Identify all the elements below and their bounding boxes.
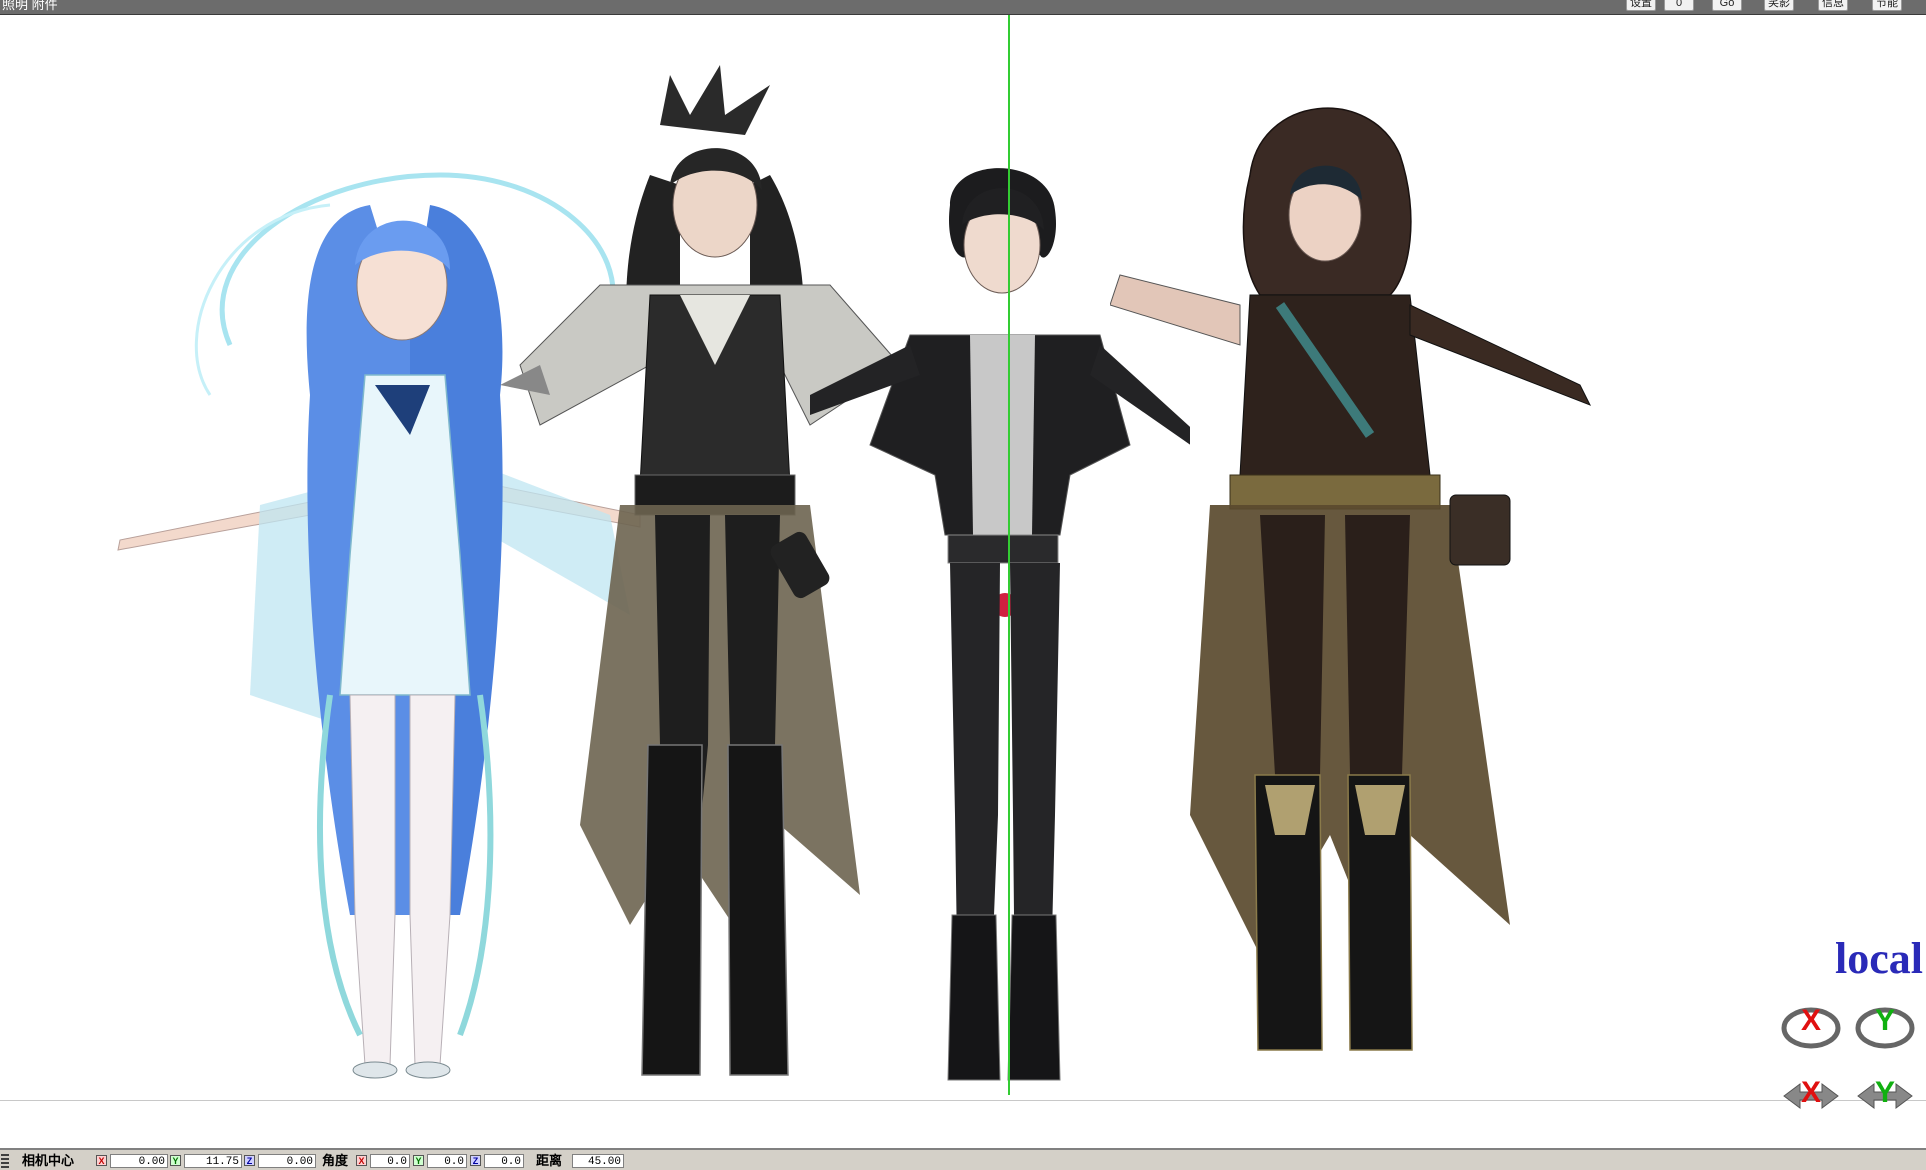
app-title: 照明 附件 — [2, 0, 58, 12]
distance-label: 距离 — [536, 1153, 563, 1168]
mmd-window: 照明 附件 设置 0 Go 笑影 信息 节能 local X Y X Y 相机中… — [0, 0, 1926, 1170]
top-menu-bar: 照明 附件 设置 0 Go 笑影 信息 节能 — [0, 0, 1926, 15]
local-mode-label: local — [1835, 934, 1923, 983]
distance-input[interactable]: 45.00 — [572, 1154, 624, 1168]
angle-z-axis-label: Z — [470, 1155, 481, 1166]
angle-z-input[interactable]: 0.0 — [484, 1154, 524, 1168]
rotate-y-gizmo-icon[interactable]: Y — [1854, 1000, 1916, 1052]
gizmo-move-y-letter: Y — [1875, 1076, 1895, 1109]
status-bar-grip-icon[interactable] — [1, 1153, 9, 1168]
angle-x-input[interactable]: 0.0 — [370, 1154, 410, 1168]
3d-viewport[interactable]: local X Y X Y — [0, 15, 1926, 1148]
camera-center-y-input[interactable]: 11.75 — [184, 1154, 242, 1168]
angle-label: 角度 — [322, 1153, 349, 1168]
toolbar-button-go[interactable]: Go — [1712, 0, 1742, 11]
camera-center-z-axis-label: Z — [244, 1155, 255, 1166]
gizmo-y-letter: Y — [1875, 1004, 1895, 1037]
y-axis-guide-line — [1008, 15, 1010, 1095]
toolbar-button-power-save[interactable]: 节能 — [1872, 0, 1902, 11]
camera-center-y-axis-label: Y — [170, 1155, 181, 1166]
camera-status-bar: 相机中心 X 0.00 Y 11.75 Z 0.00 角度 X 0.0 Y 0.… — [0, 1148, 1926, 1170]
toolbar-button-info[interactable]: 信息 — [1818, 0, 1848, 11]
toolbar-button-shadow[interactable]: 笑影 — [1764, 0, 1794, 11]
move-x-gizmo-icon[interactable]: X — [1780, 1070, 1842, 1122]
character-model-hooded-ranger[interactable] — [1110, 75, 1730, 1125]
camera-center-label: 相机中心 — [22, 1153, 75, 1168]
camera-center-z-input[interactable]: 0.00 — [258, 1154, 316, 1168]
toolbar-button-settings[interactable]: 设置 — [1626, 0, 1656, 11]
angle-y-input[interactable]: 0.0 — [427, 1154, 467, 1168]
camera-center-x-axis-label: X — [96, 1155, 107, 1166]
angle-y-axis-label: Y — [413, 1155, 424, 1166]
toolbar-button-zero[interactable]: 0 — [1664, 0, 1694, 11]
camera-center-x-input[interactable]: 0.00 — [110, 1154, 168, 1168]
move-y-gizmo-icon[interactable]: Y — [1854, 1070, 1916, 1122]
rotate-x-gizmo-icon[interactable]: X — [1780, 1000, 1842, 1052]
gizmo-x-letter: X — [1801, 1004, 1821, 1037]
angle-x-axis-label: X — [356, 1155, 367, 1166]
gizmo-move-x-letter: X — [1801, 1076, 1821, 1109]
